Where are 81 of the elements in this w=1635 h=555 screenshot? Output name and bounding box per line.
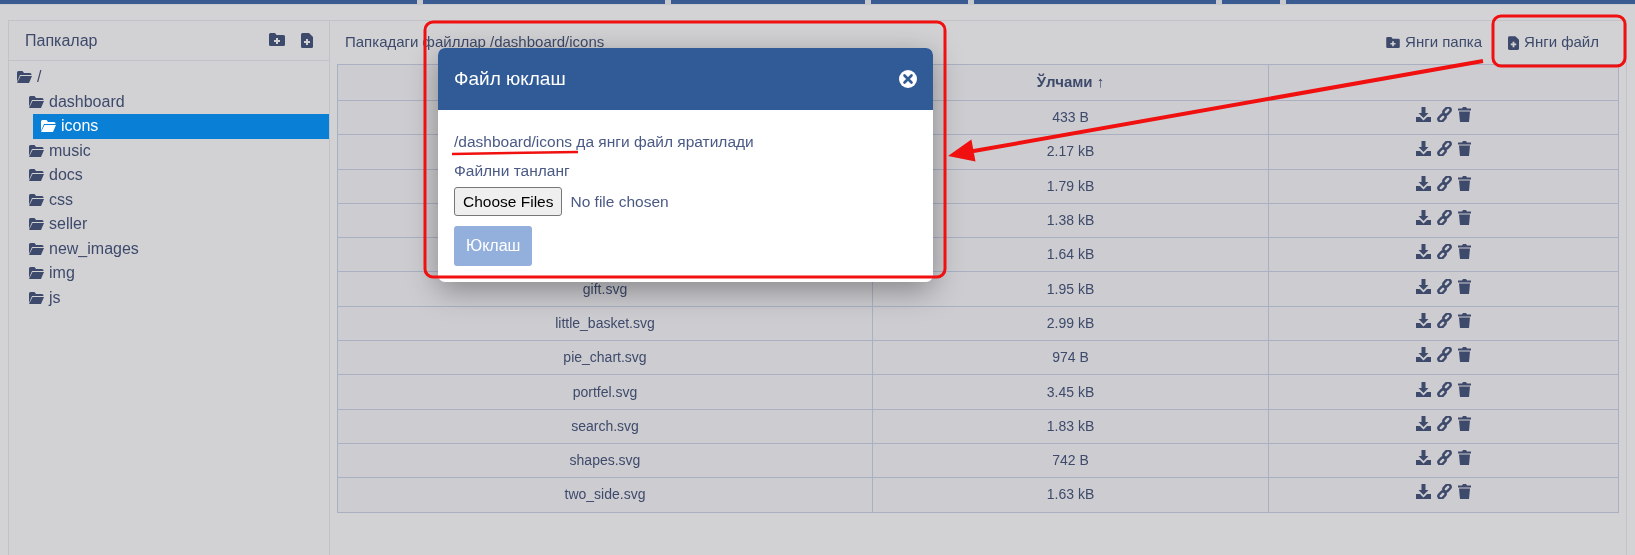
file-name-cell: search.svg <box>337 409 873 444</box>
trash-icon[interactable] <box>1458 450 1471 466</box>
file-plus-icon <box>1508 35 1520 50</box>
folder-icon <box>29 95 44 108</box>
file-size-cell: 742 B <box>872 443 1269 478</box>
download-icon[interactable] <box>1416 450 1431 466</box>
file-status: No file chosen <box>570 191 669 212</box>
link-icon[interactable] <box>1437 312 1452 328</box>
trash-icon[interactable] <box>1458 312 1471 328</box>
trash-icon[interactable] <box>1458 415 1471 431</box>
file-name-cell: little_basket.svg <box>337 306 873 341</box>
folder-icon <box>29 144 44 157</box>
download-icon[interactable] <box>1416 312 1431 328</box>
trash-icon[interactable] <box>1458 244 1471 260</box>
download-icon[interactable] <box>1416 175 1431 191</box>
folder-item[interactable]: / <box>9 65 329 90</box>
trash-icon[interactable] <box>1458 484 1471 500</box>
close-icon[interactable] <box>899 70 917 88</box>
folder-plus-icon[interactable] <box>269 33 285 46</box>
download-icon[interactable] <box>1416 244 1431 260</box>
link-icon[interactable] <box>1437 347 1452 363</box>
file-size-cell: 1.83 kB <box>872 409 1269 444</box>
file-size-cell: 974 B <box>872 340 1269 375</box>
folder-item[interactable]: js <box>21 285 329 310</box>
trash-icon[interactable] <box>1458 107 1471 123</box>
trash-icon[interactable] <box>1458 210 1471 226</box>
download-icon[interactable] <box>1416 484 1431 500</box>
link-icon[interactable] <box>1437 450 1452 466</box>
download-icon[interactable] <box>1416 210 1431 226</box>
folder-item[interactable]: music <box>21 138 329 163</box>
trash-icon[interactable] <box>1458 381 1471 397</box>
file-name-cell: pie_chart.svg <box>337 340 873 375</box>
trash-icon[interactable] <box>1458 347 1471 363</box>
link-icon[interactable] <box>1437 175 1452 191</box>
link-icon[interactable] <box>1437 381 1452 397</box>
folder-icon <box>29 218 44 231</box>
download-icon[interactable] <box>1416 415 1431 431</box>
file-name-cell: shapes.svg <box>337 443 873 478</box>
folder-icon <box>29 242 44 255</box>
folder-icon <box>41 120 56 133</box>
file-size-cell: 1.63 kB <box>872 477 1269 513</box>
folder-icon <box>29 267 44 280</box>
folder-icon <box>17 71 32 84</box>
dialog-title: Файл юклаш <box>454 66 566 91</box>
link-icon[interactable] <box>1437 244 1452 260</box>
field-label: Файлни танланг <box>454 161 570 182</box>
file-name-cell: two_side.svg <box>337 477 873 513</box>
download-icon[interactable] <box>1416 278 1431 294</box>
file-name-cell: portfel.svg <box>337 374 873 410</box>
folder-item[interactable]: new_images <box>21 236 329 261</box>
folder-item[interactable]: img <box>21 261 329 286</box>
file-size-cell: 2.99 kB <box>872 306 1269 341</box>
download-icon[interactable] <box>1416 107 1431 123</box>
folder-icon <box>29 291 44 304</box>
info-text: /dashboard/icons да янги файл яратилади <box>454 133 754 151</box>
folder-plus-icon <box>1386 37 1401 48</box>
folder-item[interactable]: icons <box>33 114 329 139</box>
download-icon[interactable] <box>1416 141 1431 157</box>
download-icon[interactable] <box>1416 381 1431 397</box>
link-icon[interactable] <box>1437 210 1452 226</box>
folder-item[interactable]: css <box>21 187 329 212</box>
trash-icon[interactable] <box>1458 175 1471 191</box>
link-icon[interactable] <box>1437 107 1452 123</box>
link-icon[interactable] <box>1437 484 1452 500</box>
folder-item[interactable]: seller <box>21 212 329 237</box>
file-plus-icon[interactable] <box>301 33 313 48</box>
folder-icon <box>29 169 44 182</box>
new-folder-button[interactable]: Янги папка <box>1380 27 1489 58</box>
choose-files-button[interactable]: Choose Files <box>454 186 563 216</box>
sidebar-title: Папкалар <box>25 30 98 51</box>
new-file-button[interactable]: Янги файл <box>1502 27 1605 58</box>
folder-icon <box>29 193 44 206</box>
folder-item[interactable]: docs <box>21 163 329 188</box>
trash-icon[interactable] <box>1458 141 1471 157</box>
file-size-cell: 3.45 kB <box>872 374 1269 410</box>
download-icon[interactable] <box>1416 347 1431 363</box>
link-icon[interactable] <box>1437 141 1452 157</box>
link-icon[interactable] <box>1437 278 1452 294</box>
link-icon[interactable] <box>1437 415 1452 431</box>
folder-item[interactable]: dashboard <box>21 89 329 114</box>
trash-icon[interactable] <box>1458 278 1471 294</box>
